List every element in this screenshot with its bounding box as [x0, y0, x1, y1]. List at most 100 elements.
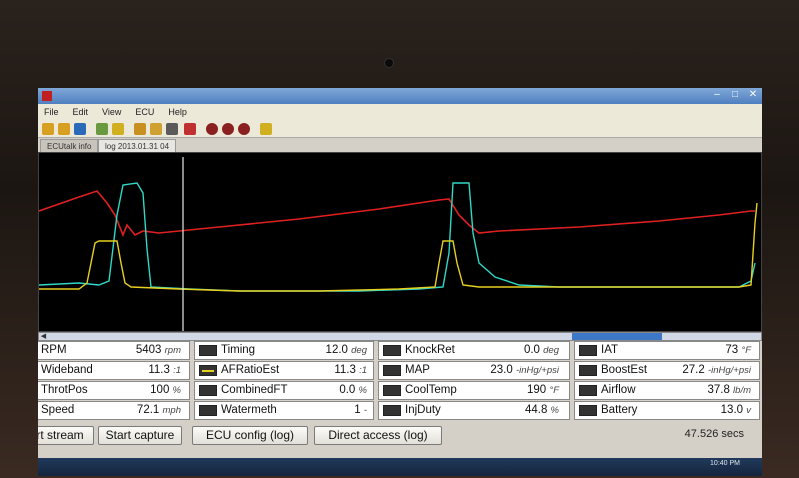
param-battery[interactable]: Battery 13.0 v — [574, 401, 760, 420]
start-capture-button[interactable]: Start capture — [98, 426, 182, 445]
param-knockret-unit: deg — [543, 345, 559, 356]
param-injduty-value: 44.8 — [524, 404, 548, 416]
connect-icon[interactable] — [96, 123, 108, 135]
param-boostest[interactable]: BoostEst 27.2 -inHg/+psi — [574, 361, 760, 380]
param-throtpos[interactable]: ThrotPos 100 % — [38, 381, 190, 400]
param-combinedft[interactable]: CombinedFT 0.0 % — [194, 381, 374, 400]
param-map-reading: 23.0 -inHg/+psi — [490, 362, 559, 379]
menu-view[interactable]: View — [102, 104, 121, 120]
zoom-out-icon[interactable] — [238, 123, 250, 135]
folder-icon[interactable] — [134, 123, 146, 135]
param-timing-color-swatch[interactable] — [199, 345, 217, 356]
param-airflow-unit: lb/m — [733, 385, 751, 396]
param-combinedft-reading: 0.0 % — [339, 382, 367, 399]
param-wideband-label: Wideband — [41, 364, 93, 376]
param-map[interactable]: MAP 23.0 -inHg/+psi — [378, 361, 570, 380]
menu-edit[interactable]: Edit — [73, 104, 89, 120]
graph-scrollbar[interactable]: ◀ — [38, 332, 762, 341]
param-injduty-unit: % — [550, 405, 559, 416]
param-knockret-value: 0.0 — [523, 344, 540, 356]
param-iat-value: 73 — [725, 344, 739, 356]
scroll-left-icon[interactable]: ◀ — [39, 333, 48, 340]
param-knockret-color-swatch[interactable] — [383, 345, 401, 356]
param-afratio-label: AFRatioEst — [221, 364, 280, 376]
param-injduty-color-swatch[interactable] — [383, 405, 401, 416]
gauge-icon[interactable] — [260, 123, 272, 135]
param-iat-label: IAT — [601, 344, 619, 356]
param-watermeth-unit: - — [363, 405, 367, 416]
param-speed[interactable]: Speed 72.1 mph — [38, 401, 190, 420]
param-map-label: MAP — [405, 364, 430, 376]
param-injduty-reading: 44.8 % — [525, 402, 559, 419]
rpm-trace — [39, 190, 755, 238]
param-boostest-value: 27.2 — [682, 364, 705, 376]
open-icon[interactable] — [58, 123, 70, 135]
menu-help[interactable]: Help — [168, 104, 187, 120]
export-icon[interactable] — [150, 123, 162, 135]
param-coolant[interactable]: CoolTemp 190 °F — [378, 381, 570, 400]
param-watermeth-color-swatch[interactable] — [199, 405, 217, 416]
param-iat[interactable]: IAT 73 °F — [574, 341, 760, 360]
close-icon[interactable]: ✕ — [748, 90, 758, 100]
param-map-color-swatch[interactable] — [383, 365, 401, 376]
param-coolant-color-swatch[interactable] — [383, 385, 401, 396]
tools-icon[interactable] — [166, 123, 178, 135]
settings-icon[interactable] — [112, 123, 124, 135]
param-afratio-unit: :1 — [359, 365, 367, 376]
tab-log[interactable]: log 2013.01.31 04 — [98, 139, 177, 152]
taskbar: 10:40 PM — [38, 458, 762, 476]
param-speed-label: Speed — [41, 404, 75, 416]
param-iat-unit: °F — [741, 345, 751, 356]
param-boostest-unit: -inHg/+psi — [707, 365, 751, 376]
param-wideband[interactable]: Wideband 11.3 :1 — [38, 361, 190, 380]
ecu-config-button[interactable]: ECU config (log) — [192, 426, 308, 445]
param-combinedft-label: CombinedFT — [221, 384, 288, 396]
zoom-in-icon[interactable] — [206, 123, 218, 135]
param-knockret[interactable]: KnockRet 0.0 deg — [378, 341, 570, 360]
minimize-icon[interactable]: – — [712, 90, 722, 100]
param-afratio[interactable]: AFRatioEst 11.3 :1 — [194, 361, 374, 380]
start-stream-button[interactable]: Start stream — [38, 426, 94, 445]
parameter-panel: RPM 5403 rpm Timing 12.0 deg KnockRet 0.0 deg… — [38, 341, 762, 421]
param-battery-label: Battery — [601, 404, 638, 416]
param-injduty[interactable]: InjDuty 44.8 % — [378, 401, 570, 420]
param-airflow-label: Airflow — [601, 384, 636, 396]
param-timing[interactable]: Timing 12.0 deg — [194, 341, 374, 360]
param-combinedft-color-swatch[interactable] — [199, 385, 217, 396]
menu-ecu[interactable]: ECU — [135, 104, 154, 120]
param-iat-color-swatch[interactable] — [579, 345, 597, 356]
save-icon[interactable] — [74, 123, 86, 135]
tab-ecutalk-info[interactable]: ECUtalk info — [40, 139, 99, 152]
title-bar: – □ ✕ — [38, 88, 762, 104]
log-graph[interactable] — [38, 152, 762, 332]
param-airflow-color-swatch[interactable] — [579, 385, 597, 396]
param-throtpos-unit: % — [172, 385, 181, 396]
param-watermeth[interactable]: Watermeth 1 - — [194, 401, 374, 420]
param-battery-color-swatch[interactable] — [579, 405, 597, 416]
scroll-thumb[interactable] — [572, 333, 662, 340]
param-rpm-value: 5403 — [135, 344, 162, 356]
toolbar — [38, 120, 762, 138]
window-controls: – □ ✕ — [712, 90, 758, 100]
param-battery-unit: v — [746, 405, 751, 416]
param-boostest-color-swatch[interactable] — [579, 365, 597, 376]
param-rpm[interactable]: RPM 5403 rpm — [38, 341, 190, 360]
param-timing-value: 12.0 — [325, 344, 348, 356]
direct-access-button[interactable]: Direct access (log) — [314, 426, 442, 445]
param-combinedft-unit: % — [358, 385, 367, 396]
param-airflow[interactable]: Airflow 37.8 lb/m — [574, 381, 760, 400]
param-throtpos-value: 100 — [150, 384, 170, 396]
stop-icon[interactable] — [184, 123, 196, 135]
param-timing-label: Timing — [221, 344, 256, 356]
param-throtpos-label: ThrotPos — [41, 384, 88, 396]
tab-strip: ECUtalk info log 2013.01.31 04 — [38, 138, 762, 152]
menu-file[interactable]: File — [44, 104, 59, 120]
menu-bar: File Edit View ECU Help — [38, 104, 762, 120]
param-wideband-value: 11.3 — [148, 364, 170, 376]
maximize-icon[interactable]: □ — [730, 90, 740, 100]
param-map-value: 23.0 — [490, 364, 513, 376]
wideband-trace — [39, 182, 756, 292]
zoom-reset-icon[interactable] — [222, 123, 234, 135]
param-afratio-color-swatch[interactable] — [199, 365, 217, 376]
new-icon[interactable] — [42, 123, 54, 135]
